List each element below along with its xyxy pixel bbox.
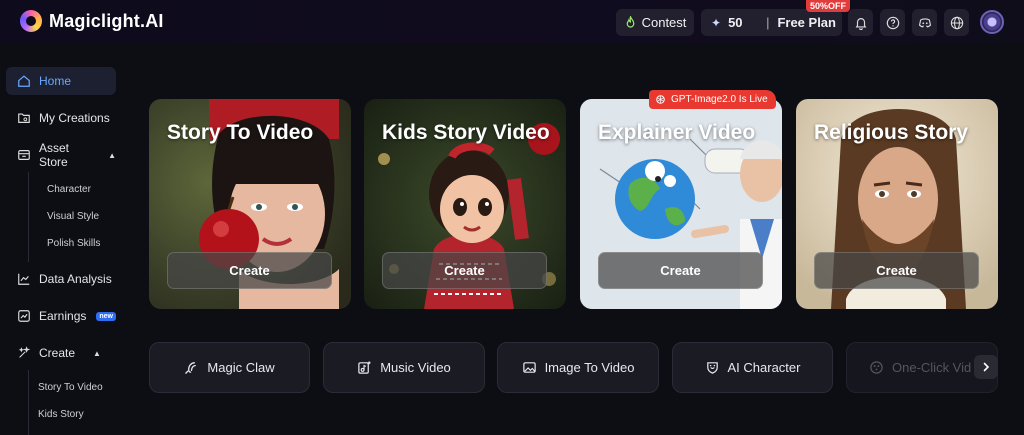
- create-button[interactable]: Create: [598, 252, 763, 289]
- chevron-up-icon: ▲: [108, 150, 116, 160]
- help-icon: [886, 16, 899, 29]
- tool-label: Music Video: [380, 360, 451, 375]
- notifications-button[interactable]: [848, 9, 873, 36]
- create-submenu: Story To Video Kids Story: [28, 370, 103, 435]
- badge-label: GPT-Image2.0 Is Live: [671, 94, 768, 105]
- tool-label: Image To Video: [544, 360, 635, 375]
- folder-icon: [18, 113, 30, 123]
- app-name: Magiclight.AI: [49, 10, 164, 31]
- magic-claw-icon: [185, 362, 197, 374]
- card-religious-story[interactable]: Religious Story Create: [796, 99, 998, 309]
- card-kids-story-video[interactable]: Kids Story Video Create: [364, 99, 566, 309]
- sidebar-item-asset-store[interactable]: Asset Store ▲: [6, 141, 116, 169]
- app-logo[interactable]: Magiclight.AI: [20, 10, 164, 32]
- discord-icon: [918, 17, 931, 27]
- tool-label: One-Click Vid: [892, 360, 972, 375]
- divider: |: [766, 15, 770, 30]
- discount-badge: 50%OFF: [806, 0, 851, 12]
- new-badge: new: [96, 311, 116, 321]
- language-button[interactable]: [944, 9, 969, 36]
- user-avatar[interactable]: [980, 10, 1004, 34]
- globe-icon: [950, 16, 963, 29]
- tool-ai-character[interactable]: AI Character: [672, 342, 833, 393]
- sidebar-item-home[interactable]: Home: [6, 67, 116, 95]
- sidebar-item-earnings[interactable]: Earnings new: [6, 302, 116, 330]
- credit-gem-icon: ✦: [711, 15, 722, 30]
- openai-icon: [656, 95, 665, 104]
- sidebar-item-label: Asset Store: [39, 141, 70, 169]
- sidebar-item-label: My Creations: [39, 111, 110, 125]
- tool-image-to-video[interactable]: Image To Video: [497, 342, 659, 393]
- credits-plan-button[interactable]: ✦ 50 | Free Plan: [701, 9, 842, 36]
- ai-character-icon: [706, 362, 718, 374]
- home-icon: [18, 75, 30, 87]
- chevron-right-icon: [983, 362, 990, 372]
- card-title: Explainer Video: [598, 121, 756, 144]
- logo-icon: [20, 10, 42, 32]
- submenu-item-polish-skills[interactable]: Polish Skills: [47, 238, 100, 249]
- image-icon: [522, 362, 536, 373]
- sidebar: Home My Creations Asset Store ▲ Characte…: [0, 44, 126, 435]
- chevron-up-icon: ▲: [93, 348, 101, 358]
- top-bar: Magiclight.AI Contest ✦ 50 | Free Plan 5…: [0, 0, 1024, 44]
- sidebar-item-label: Home: [39, 74, 72, 88]
- create-button[interactable]: Create: [382, 252, 547, 289]
- tool-magic-claw[interactable]: Magic Claw: [149, 342, 310, 393]
- tool-label: AI Character: [727, 360, 801, 375]
- submenu-item-character[interactable]: Character: [47, 184, 91, 195]
- sidebar-item-create[interactable]: Create ▲: [6, 339, 116, 367]
- card-title: Story To Video: [167, 121, 314, 144]
- scroll-right-button[interactable]: [974, 355, 998, 379]
- card-title: Religious Story: [814, 121, 969, 144]
- submenu-item-visual-style[interactable]: Visual Style: [47, 211, 99, 222]
- card-title: Kids Story Video: [382, 121, 550, 144]
- create-icon: [18, 346, 31, 358]
- one-click-icon: [870, 361, 883, 374]
- contest-label: Contest: [641, 15, 687, 30]
- submenu-item-kids-story[interactable]: Kids Story: [38, 409, 84, 420]
- contest-button[interactable]: Contest: [616, 9, 694, 36]
- sidebar-item-label: Create: [39, 346, 76, 360]
- sidebar-item-label: Earnings: [39, 309, 87, 323]
- gpt-image-live-badge: GPT-Image2.0 Is Live: [649, 90, 776, 109]
- chart-icon: [18, 273, 30, 285]
- flame-icon: [626, 16, 634, 28]
- card-explainer-video[interactable]: Explainer Video Create: [580, 99, 782, 309]
- music-video-icon: [358, 361, 371, 374]
- credit-count: 50: [728, 15, 743, 30]
- create-button[interactable]: Create: [167, 252, 332, 289]
- discord-button[interactable]: [912, 9, 937, 36]
- sidebar-item-my-creations[interactable]: My Creations: [6, 104, 116, 132]
- tool-music-video[interactable]: Music Video: [323, 342, 485, 393]
- help-button[interactable]: [880, 9, 905, 36]
- asset-store-submenu: Character Visual Style Polish Skills: [28, 172, 100, 262]
- tool-label: Magic Claw: [207, 360, 275, 375]
- card-story-to-video[interactable]: Story To Video Create: [149, 99, 351, 309]
- submenu-item-story-to-video[interactable]: Story To Video: [38, 382, 103, 393]
- sidebar-item-data-analysis[interactable]: Data Analysis: [6, 265, 116, 293]
- sidebar-item-label: Data Analysis: [39, 272, 112, 286]
- bell-icon: [855, 17, 866, 30]
- earnings-icon: [18, 310, 30, 322]
- plan-label: Free Plan: [777, 15, 836, 30]
- store-icon: [18, 150, 30, 160]
- create-button[interactable]: Create: [814, 252, 979, 289]
